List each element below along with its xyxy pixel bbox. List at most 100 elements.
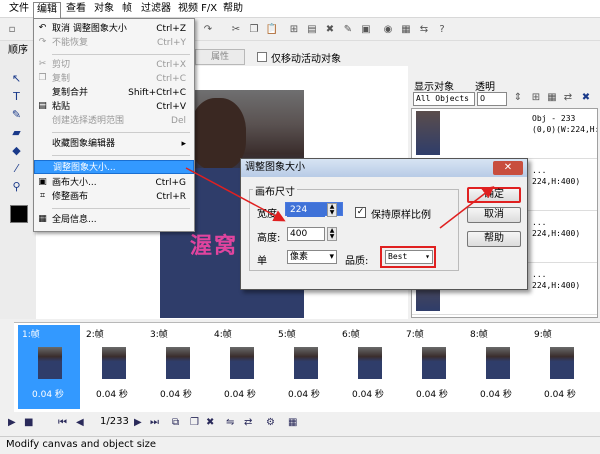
menu-filter[interactable]: 过滤器 (138, 2, 174, 16)
frame-swap-icon[interactable]: ⇄ (244, 417, 252, 428)
frame-copy-icon[interactable]: ❐ (190, 417, 199, 428)
frame-thumbnail (486, 347, 510, 379)
insert-icon[interactable]: ⊞ (286, 22, 302, 38)
new-icon[interactable]: ▫ (4, 22, 20, 38)
help-button[interactable]: 帮助 (467, 231, 521, 247)
frame-cell-3[interactable]: 3:帧 0.04 秒 (146, 325, 208, 409)
stop-icon[interactable]: ■ (24, 417, 33, 428)
menu-item-trim-canvas[interactable]: ⌗ 修整画布 Ctrl+R (34, 190, 194, 204)
menu-file[interactable]: 文件 (6, 2, 32, 16)
frame-cell-9[interactable]: 9:帧 0.04 秒 (530, 325, 592, 409)
save-icon[interactable]: ▦ (398, 22, 414, 38)
unit-label: 单 (257, 256, 267, 267)
transfer-icon[interactable]: ⇆ (416, 22, 432, 38)
layer-delete-icon[interactable]: ✖ (580, 91, 592, 105)
frame-properties-icon[interactable]: ▦ (288, 417, 297, 428)
frame-delete-icon[interactable]: ✖ (206, 417, 214, 428)
last-frame-icon[interactable]: ⏭ (150, 417, 159, 428)
frame-cell-2[interactable]: 2:帧 0.04 秒 (82, 325, 144, 409)
keep-ratio-checkbox[interactable]: ✓ (355, 207, 366, 218)
close-icon[interactable]: ✕ (493, 161, 523, 175)
scissors-icon[interactable]: ✂ (228, 22, 244, 38)
menu-help[interactable]: 帮助 (220, 2, 246, 16)
layer-add-icon[interactable]: ⊞ (530, 91, 542, 105)
frame-thumbnail (294, 347, 318, 379)
object-row[interactable]: Obj - 233 (0,0)(W:224,H:400) (412, 109, 597, 159)
text-tool-icon[interactable]: T (10, 90, 23, 103)
frame-thumbnail (166, 347, 190, 379)
layer-props-icon[interactable]: ▦ (546, 91, 558, 105)
width-label: 宽度: (257, 209, 281, 220)
frame-add-icon[interactable]: ⧉ (172, 417, 179, 428)
menu-item-transparency-range[interactable]: 创建选择透明范围 Del (34, 114, 194, 128)
edit-icon[interactable]: ✎ (340, 22, 356, 38)
undo-icon: ↶ (38, 23, 47, 33)
prev-frame-icon[interactable]: ◀ (76, 417, 84, 428)
image-icon[interactable]: ▣ (358, 22, 374, 38)
properties-button[interactable]: 属性 (195, 49, 245, 65)
frame-thumbnail (230, 347, 254, 379)
first-frame-icon[interactable]: ⏮ (58, 417, 67, 428)
menu-item-copy[interactable]: ❐ 复制 Ctrl+C (34, 72, 194, 86)
menu-item-redo[interactable]: ↷ 不能恢复 Ctrl+Y (34, 36, 194, 50)
redo-toolbar-icon[interactable]: ↷ (200, 22, 216, 38)
width-spinner[interactable]: ▲ ▼ (327, 203, 337, 217)
fill-tool-icon[interactable]: ◆ (10, 144, 23, 157)
brush-tool-icon[interactable]: ✎ (10, 108, 23, 121)
menu-item-cut[interactable]: ✂ 剪切 Ctrl+X (34, 58, 194, 72)
frame-cell-8[interactable]: 8:帧 0.04 秒 (466, 325, 528, 409)
sequence-label: 顺序 (8, 45, 28, 56)
menu-object[interactable]: 对象 (91, 2, 117, 16)
menu-edit[interactable]: 编辑 (33, 2, 61, 18)
menu-item-undo[interactable]: ↶ 取消 调整图象大小 Ctrl+Z (34, 22, 194, 36)
frame-thumbnail (102, 347, 126, 379)
height-input[interactable]: 400 (287, 227, 325, 241)
eraser-tool-icon[interactable]: ▰ (10, 126, 23, 139)
menu-video-fx[interactable]: 视频 F/X (175, 2, 220, 16)
globe-icon[interactable]: ◉ (380, 22, 396, 38)
frame-cell-6[interactable]: 6:帧 0.04 秒 (338, 325, 400, 409)
frame-cell-4[interactable]: 4:帧 0.04 秒 (210, 325, 272, 409)
eyedropper-tool-icon[interactable]: ⁄ (10, 162, 23, 175)
pointer-tool-icon[interactable]: ↖ (10, 72, 23, 85)
menu-item-canvas-size[interactable]: ▣ 画布大小... Ctrl+G (34, 176, 194, 190)
frame-cell-5[interactable]: 5:帧 0.04 秒 (274, 325, 336, 409)
menu-item-favorite-editor[interactable]: 收藏图象编辑器 ▸ (34, 137, 194, 151)
transparency-input[interactable]: 0 (477, 92, 507, 106)
delete-icon[interactable]: ✖ (322, 22, 338, 38)
copy-toolbar-icon[interactable]: ❐ (246, 22, 262, 38)
menu-separator (52, 54, 190, 55)
menu-view[interactable]: 查看 (63, 2, 89, 16)
cancel-button[interactable]: 取消 (467, 207, 521, 223)
width-input[interactable]: 224 (287, 203, 325, 217)
frame-cell-7[interactable]: 7:帧 0.04 秒 (402, 325, 464, 409)
next-frame-icon[interactable]: ▶ (134, 417, 142, 428)
layer-move-icon[interactable]: ⇄ (562, 91, 574, 105)
quality-select[interactable]: Best ▾ (385, 250, 433, 264)
menu-item-resize-image[interactable]: 调整图象大小... (34, 160, 194, 174)
display-objects-select[interactable]: All Objects (413, 92, 475, 106)
context-help-icon[interactable]: ? (434, 22, 450, 38)
keep-ratio-label: 保持原样比例 (371, 210, 431, 221)
frame-duration: 0.04 秒 (96, 390, 128, 400)
frame-settings-icon[interactable]: ⚙ (266, 417, 275, 428)
frame-label: 9:帧 (534, 330, 552, 340)
menu-frame[interactable]: 帧 (119, 2, 135, 16)
frame-cell-1[interactable]: 1:帧 0.04 秒 (18, 325, 80, 409)
menu-item-global-info[interactable]: ▦ 全局信息... (34, 213, 194, 227)
foreground-color-swatch[interactable] (10, 205, 28, 223)
menu-item-copy-merged[interactable]: 复制合并 Shift+Ctrl+C (34, 86, 194, 100)
play-icon[interactable]: ▶ (8, 417, 16, 428)
menu-item-paste[interactable]: ▤ 粘贴 Ctrl+V (34, 100, 194, 114)
frame-duration: 0.04 秒 (160, 390, 192, 400)
unit-select[interactable]: 像素 ▾ (287, 250, 337, 264)
height-spinner[interactable]: ▲ ▼ (327, 227, 337, 241)
zoom-tool-icon[interactable]: ⚲ (10, 180, 23, 193)
spin-icon[interactable]: ⇕ (512, 91, 524, 105)
paste-toolbar-icon[interactable]: 📋 (264, 22, 280, 38)
frame-reverse-icon[interactable]: ⇋ (226, 417, 234, 428)
frame-thumbnail (422, 347, 446, 379)
move-active-checkbox[interactable] (257, 52, 267, 62)
ok-button[interactable]: 确定 (467, 187, 521, 203)
layer-icon[interactable]: ▤ (304, 22, 320, 38)
